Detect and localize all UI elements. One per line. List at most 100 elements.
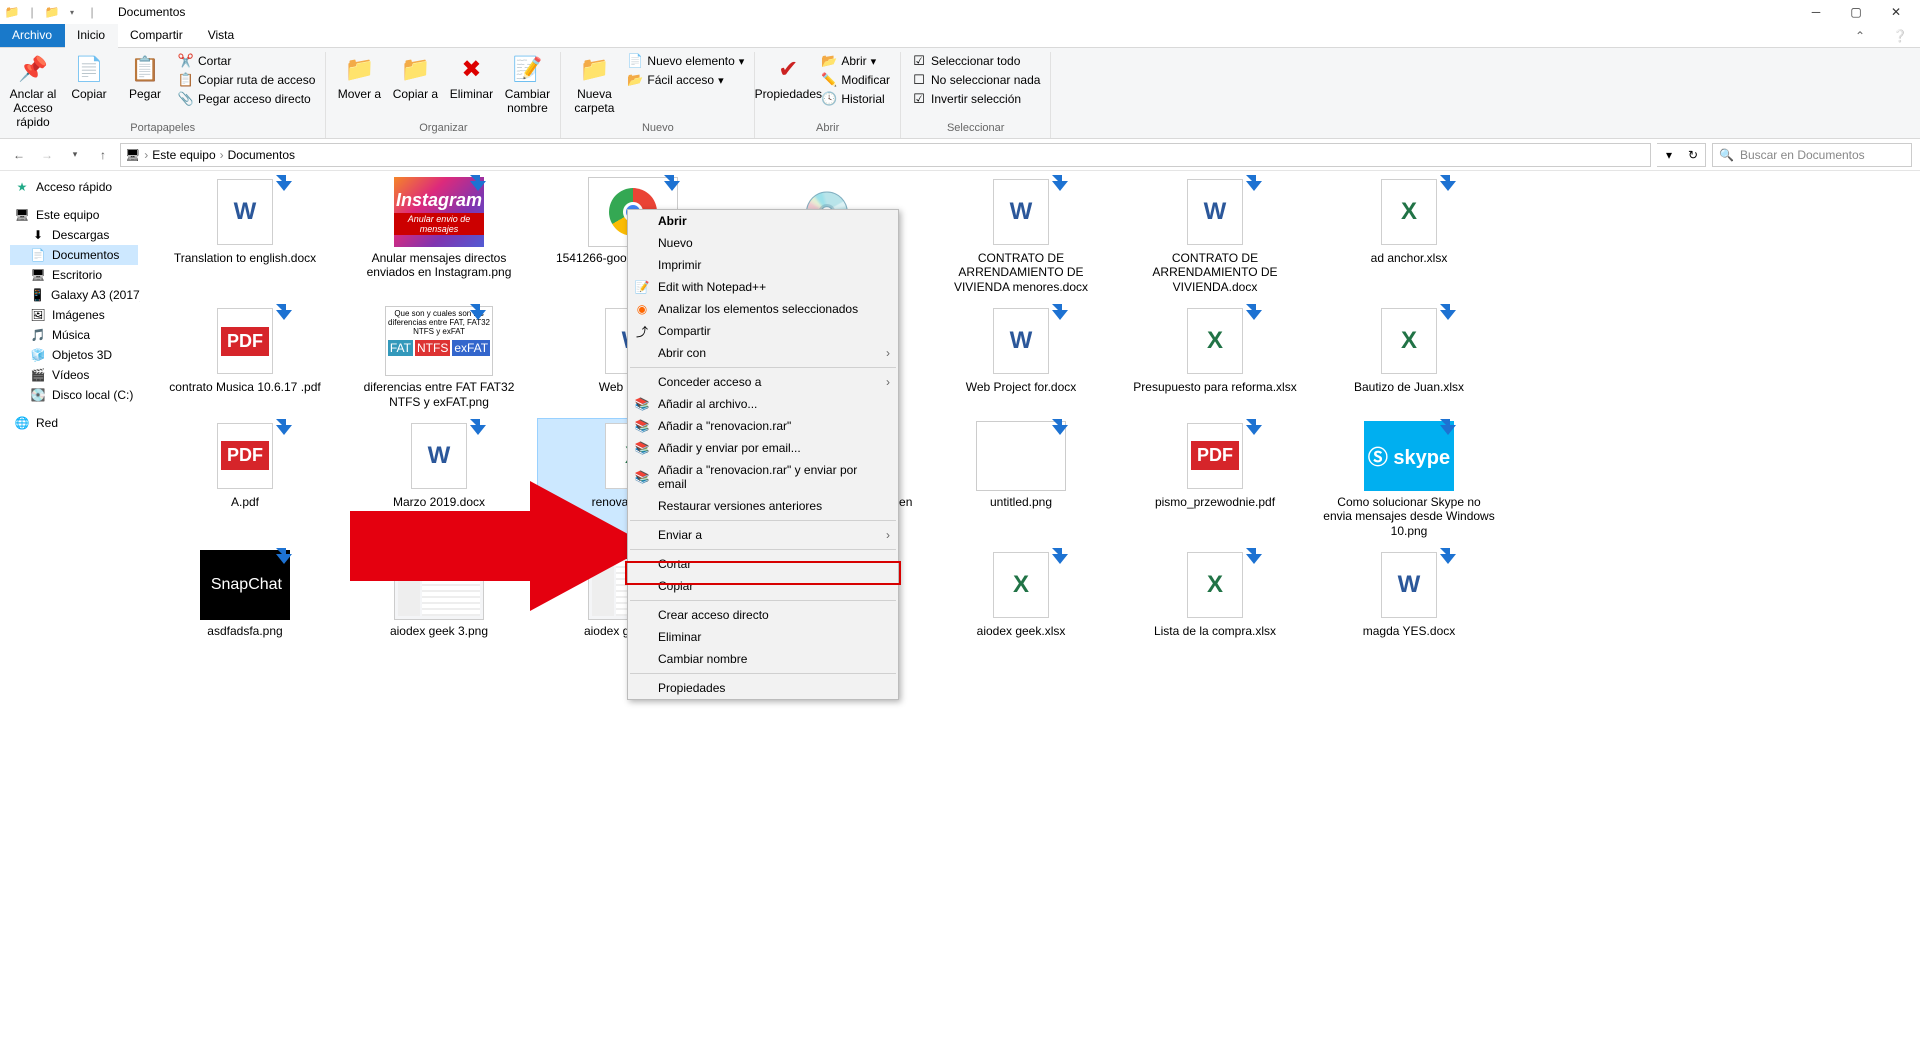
ribbon-collapse-icon[interactable]: ⌃ bbox=[1840, 24, 1880, 48]
search-input[interactable]: 🔍 Buscar en Documentos bbox=[1712, 143, 1912, 167]
ctx-share[interactable]: ⤴Compartir bbox=[628, 320, 898, 342]
ctx-properties[interactable]: Propiedades bbox=[628, 677, 898, 699]
history-button[interactable]: 🕓Historial bbox=[817, 90, 894, 108]
ctx-rename[interactable]: Cambiar nombre bbox=[628, 648, 898, 670]
breadcrumb-current[interactable]: Documentos bbox=[228, 148, 295, 162]
minimize-button[interactable]: ─ bbox=[1796, 0, 1836, 24]
file-list[interactable]: WTranslation to english.docxInstagramAnu… bbox=[140, 171, 1920, 1051]
ctx-email[interactable]: 📚Añadir y enviar por email... bbox=[628, 437, 898, 459]
pin-quick-button[interactable]: 📌Anclar al Acceso rápido bbox=[6, 52, 60, 131]
file-item[interactable]: XPresupuesto para reforma.xlsx bbox=[1120, 304, 1310, 411]
onedrive-sync-icon bbox=[1048, 171, 1072, 195]
maximize-button[interactable]: ▢ bbox=[1836, 0, 1876, 24]
file-name: aiodex geek.xlsx bbox=[977, 624, 1066, 638]
nav-downloads[interactable]: ⬇Descargas bbox=[10, 225, 138, 245]
file-item[interactable]: SnapChatasdfadsfa.png bbox=[150, 548, 340, 640]
properties-button[interactable]: ✔Propiedades bbox=[761, 52, 815, 104]
cut-button[interactable]: ✂️Cortar bbox=[174, 52, 319, 70]
paste-button[interactable]: 📋Pegar bbox=[118, 52, 172, 104]
qat-dropdown-icon[interactable]: ▾ bbox=[64, 4, 80, 20]
file-item[interactable]: aiodex geek 3.png bbox=[344, 548, 534, 640]
move-to-button[interactable]: 📁Mover a bbox=[332, 52, 386, 104]
ctx-addarchive[interactable]: 📚Añadir al archivo... bbox=[628, 393, 898, 415]
select-none-button[interactable]: ☐No seleccionar nada bbox=[907, 71, 1044, 89]
ctx-emailrar[interactable]: 📚Añadir a "renovacion.rar" y enviar por … bbox=[628, 459, 898, 495]
nav-quick[interactable]: ★Acceso rápido bbox=[10, 177, 138, 197]
ctx-notepad[interactable]: 📝Edit with Notepad++ bbox=[628, 276, 898, 298]
ctx-scan[interactable]: ◉Analizar los elementos seleccionados bbox=[628, 298, 898, 320]
file-item[interactable]: XBautizo de Juan.xlsx bbox=[1314, 304, 1504, 411]
ctx-openwith[interactable]: Abrir con› bbox=[628, 342, 898, 364]
easy-access-button[interactable]: 📂Fácil acceso ▾ bbox=[623, 71, 748, 89]
ctx-copy[interactable]: Copiar bbox=[628, 575, 898, 597]
nav-3d[interactable]: 🧊Objetos 3D bbox=[10, 345, 138, 365]
new-item-button[interactable]: 📄Nuevo elemento ▾ bbox=[623, 52, 748, 70]
nav-videos[interactable]: 🎬Vídeos bbox=[10, 365, 138, 385]
edit-button[interactable]: ✏️Modificar bbox=[817, 71, 894, 89]
ctx-delete[interactable]: Eliminar bbox=[628, 626, 898, 648]
tab-share[interactable]: Compartir bbox=[118, 24, 196, 47]
file-item[interactable]: Xaiodex geek.xlsx bbox=[926, 548, 1116, 640]
file-item[interactable]: XLista de la compra.xlsx bbox=[1120, 548, 1310, 640]
forward-button[interactable]: → bbox=[36, 144, 58, 166]
ctx-shortcut[interactable]: Crear acceso directo bbox=[628, 604, 898, 626]
new-folder-button[interactable]: 📁Nueva carpeta bbox=[567, 52, 621, 118]
nav-cdrive[interactable]: 💽Disco local (C:) bbox=[10, 385, 138, 405]
file-item[interactable]: WWeb Project for.docx bbox=[926, 304, 1116, 411]
ctx-grant[interactable]: Conceder acceso a› bbox=[628, 371, 898, 393]
ctx-sendto[interactable]: Enviar a› bbox=[628, 524, 898, 546]
invert-button[interactable]: ☑Invertir selección bbox=[907, 90, 1044, 108]
file-item[interactable]: WCONTRATO DE ARRENDAMIENTO DE VIVIENDA.d… bbox=[1120, 175, 1310, 296]
breadcrumb-root[interactable]: Este equipo bbox=[152, 148, 215, 162]
file-item[interactable]: InstagramAnular envio de mensajesAnular … bbox=[344, 175, 534, 296]
refresh-button[interactable]: ↻ bbox=[1681, 144, 1705, 166]
addr-dropdown[interactable]: ▾ bbox=[1657, 144, 1681, 166]
tab-view[interactable]: Vista bbox=[196, 24, 247, 47]
nav-network[interactable]: 🌐Red bbox=[10, 413, 138, 433]
tab-home[interactable]: Inicio bbox=[65, 24, 118, 48]
file-item[interactable]: PDFA.pdf bbox=[150, 419, 340, 540]
file-item[interactable]: Que son y cuales son las diferencias ent… bbox=[344, 304, 534, 411]
copy-to-button[interactable]: 📁Copiar a bbox=[388, 52, 442, 104]
file-item[interactable]: PDFpismo_przewodnie.pdf bbox=[1120, 419, 1310, 540]
file-item[interactable]: Ⓢ skypeComo solucionar Skype no envia me… bbox=[1314, 419, 1504, 540]
ctx-restore[interactable]: Restaurar versiones anteriores bbox=[628, 495, 898, 517]
onedrive-sync-icon bbox=[1436, 171, 1460, 195]
file-item[interactable]: untitled.png bbox=[926, 419, 1116, 540]
nav-documents[interactable]: 📄Documentos bbox=[10, 245, 138, 265]
close-button[interactable]: ✕ bbox=[1876, 0, 1916, 24]
file-item[interactable]: Wmagda YES.docx bbox=[1314, 548, 1504, 640]
file-item[interactable]: PDFcontrato Musica 10.6.17 .pdf bbox=[150, 304, 340, 411]
onedrive-sync-icon bbox=[272, 300, 296, 324]
notepad-icon: 📝 bbox=[634, 280, 650, 294]
history-icon: 🕓 bbox=[821, 91, 837, 107]
paste-shortcut-button[interactable]: 📎Pegar acceso directo bbox=[174, 90, 319, 108]
rename-button[interactable]: 📝Cambiar nombre bbox=[500, 52, 554, 118]
nav-desktop[interactable]: 🖥Escritorio bbox=[10, 265, 138, 285]
file-item[interactable]: WCONTRATO DE ARRENDAMIENTO DE VIVIENDA m… bbox=[926, 175, 1116, 296]
ctx-open[interactable]: Abrir bbox=[628, 210, 898, 232]
nav-pane[interactable]: ★Acceso rápido 🖥Este equipo ⬇Descargas 📄… bbox=[0, 171, 140, 1051]
ctx-cut[interactable]: Cortar bbox=[628, 553, 898, 575]
ctx-new[interactable]: Nuevo bbox=[628, 232, 898, 254]
ctx-print[interactable]: Imprimir bbox=[628, 254, 898, 276]
open-button[interactable]: 📂Abrir ▾ bbox=[817, 52, 894, 70]
copy-path-button[interactable]: 📋Copiar ruta de acceso bbox=[174, 71, 319, 89]
help-icon[interactable]: ❔ bbox=[1880, 24, 1920, 48]
nav-pc[interactable]: 🖥Este equipo bbox=[10, 205, 138, 225]
copy-button[interactable]: 📄Copiar bbox=[62, 52, 116, 104]
delete-button[interactable]: ✖Eliminar bbox=[444, 52, 498, 104]
select-all-button[interactable]: ☑Seleccionar todo bbox=[907, 52, 1044, 70]
file-item[interactable]: Xad anchor.xlsx bbox=[1314, 175, 1504, 296]
tab-file[interactable]: Archivo bbox=[0, 24, 65, 47]
breadcrumb[interactable]: 🖥› Este equipo› Documentos bbox=[120, 143, 1651, 167]
recent-dropdown[interactable]: ▾ bbox=[64, 144, 86, 166]
file-item[interactable]: WMarzo 2019.docx bbox=[344, 419, 534, 540]
nav-galaxy[interactable]: 📱Galaxy A3 (2017) bbox=[10, 285, 138, 305]
ctx-addrar[interactable]: 📚Añadir a "renovacion.rar" bbox=[628, 415, 898, 437]
up-button[interactable]: ↑ bbox=[92, 144, 114, 166]
nav-music[interactable]: 🎵Música bbox=[10, 325, 138, 345]
nav-pictures[interactable]: 🖼Imágenes bbox=[10, 305, 138, 325]
back-button[interactable]: ← bbox=[8, 144, 30, 166]
file-item[interactable]: WTranslation to english.docx bbox=[150, 175, 340, 296]
